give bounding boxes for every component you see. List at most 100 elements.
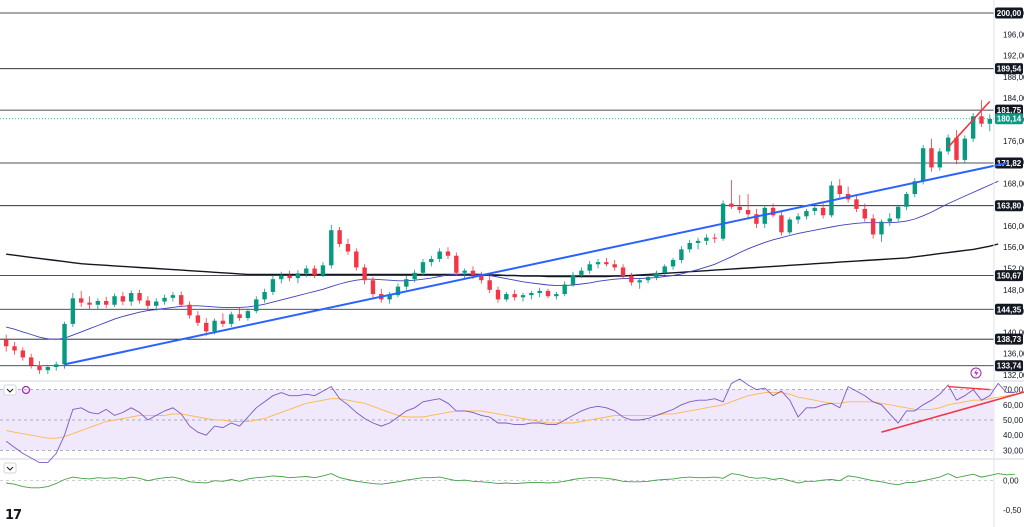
rsi-tick-label: 60,00 <box>1003 401 1024 410</box>
candle-body <box>420 262 426 273</box>
candle-body <box>745 209 751 215</box>
candle-body <box>287 275 292 279</box>
candle-body <box>162 297 167 302</box>
candle-body <box>895 206 901 219</box>
candle-body <box>962 138 968 160</box>
candle-body <box>787 219 792 233</box>
candle-body <box>470 270 476 275</box>
candle-body <box>595 262 601 265</box>
candle-body <box>245 311 251 319</box>
level-label: 144,35 <box>997 305 1022 314</box>
candle-body <box>95 301 101 305</box>
candle-body <box>220 320 226 324</box>
candle-body <box>112 296 117 305</box>
candle-body <box>237 314 242 319</box>
candle-body <box>204 322 209 332</box>
candle-body <box>404 279 409 287</box>
candle-body <box>354 251 359 268</box>
momentum-tick-label: -0,50 <box>1003 506 1022 515</box>
candle-body <box>45 367 51 371</box>
candle-body <box>254 299 259 312</box>
candle-body <box>954 137 959 160</box>
y-tick-label: 176,00 <box>1003 137 1024 146</box>
level-label: 163,80 <box>997 202 1022 211</box>
candle-body <box>187 304 192 316</box>
candle-body <box>345 244 351 252</box>
candle-body <box>129 293 134 302</box>
y-tick-label: 132,00 <box>1003 371 1024 380</box>
candle-body <box>687 242 692 250</box>
candle-body <box>229 314 234 324</box>
momentum-tick-label: 0,00 <box>1003 477 1019 486</box>
candle-body <box>629 275 634 283</box>
candle-body <box>870 218 876 235</box>
candle-body <box>337 230 342 245</box>
candle-body <box>12 346 17 351</box>
momentum-collapse-button <box>3 462 17 474</box>
candle-body <box>454 255 459 273</box>
candle-body <box>437 251 442 259</box>
candle-body <box>412 272 417 280</box>
level-label: 138,73 <box>997 335 1022 344</box>
level-label: 133,74 <box>997 362 1022 371</box>
candle-body <box>279 275 284 280</box>
candle-body <box>28 357 34 366</box>
candle-body <box>720 203 726 239</box>
y-tick-label: 196,00 <box>1003 30 1024 39</box>
candle-body <box>270 279 276 292</box>
candle-body <box>804 211 809 217</box>
candle-body <box>295 273 301 279</box>
level-label: 200,00 <box>997 9 1022 18</box>
candle-body <box>645 277 651 281</box>
candle-body <box>362 267 367 281</box>
candle-body <box>587 264 592 271</box>
y-tick-label: 184,00 <box>1003 94 1024 103</box>
candle-body <box>579 270 584 275</box>
y-tick-label: 148,00 <box>1003 286 1024 295</box>
candle-body <box>137 293 142 301</box>
price-divergence-line <box>947 100 991 148</box>
candle-body <box>70 298 76 324</box>
candle-body <box>445 251 451 256</box>
candle-body <box>812 207 817 212</box>
candle-body <box>537 290 542 294</box>
candle-body <box>304 268 309 274</box>
candle-body <box>487 280 492 290</box>
candle-body <box>604 262 609 265</box>
level-label: 189,54 <box>997 65 1022 74</box>
candle-body <box>312 268 317 275</box>
candle-body <box>662 266 667 273</box>
candle-body <box>53 364 59 368</box>
y-tick-label: 156,00 <box>1003 243 1024 252</box>
candle-body <box>520 295 526 298</box>
candle-body <box>262 291 267 300</box>
y-tick-label: 192,00 <box>1003 52 1024 61</box>
rsi-tick-label: 30,00 <box>1003 446 1024 455</box>
rsi-tick-label: 50,00 <box>1003 416 1024 425</box>
candle-body <box>637 280 642 283</box>
candle-body <box>879 221 884 235</box>
y-tick-label: 188,00 <box>1003 73 1024 82</box>
y-tick-label: 168,00 <box>1003 179 1024 188</box>
candle-body <box>504 294 509 300</box>
candle-body <box>854 199 859 209</box>
tradingview-logo: 17 <box>5 508 22 523</box>
candle-body <box>195 315 201 323</box>
candle-body <box>570 274 576 285</box>
candle-body <box>78 298 84 303</box>
rsi-tick-label: 40,00 <box>1003 431 1024 440</box>
candle-body <box>729 203 734 207</box>
last-price-label: 180,14 <box>997 115 1022 124</box>
candle-body <box>512 294 517 298</box>
candle-body <box>920 148 926 182</box>
candle-body <box>704 237 709 241</box>
candle-body <box>20 350 26 358</box>
candle-body <box>904 194 909 207</box>
candle-body <box>87 302 92 305</box>
y-tick-label: 136,00 <box>1003 350 1024 359</box>
candle-body <box>429 258 434 263</box>
candle-body <box>179 295 184 305</box>
candle-body <box>987 118 993 124</box>
candle-body <box>979 116 984 124</box>
candle-body <box>370 280 376 295</box>
